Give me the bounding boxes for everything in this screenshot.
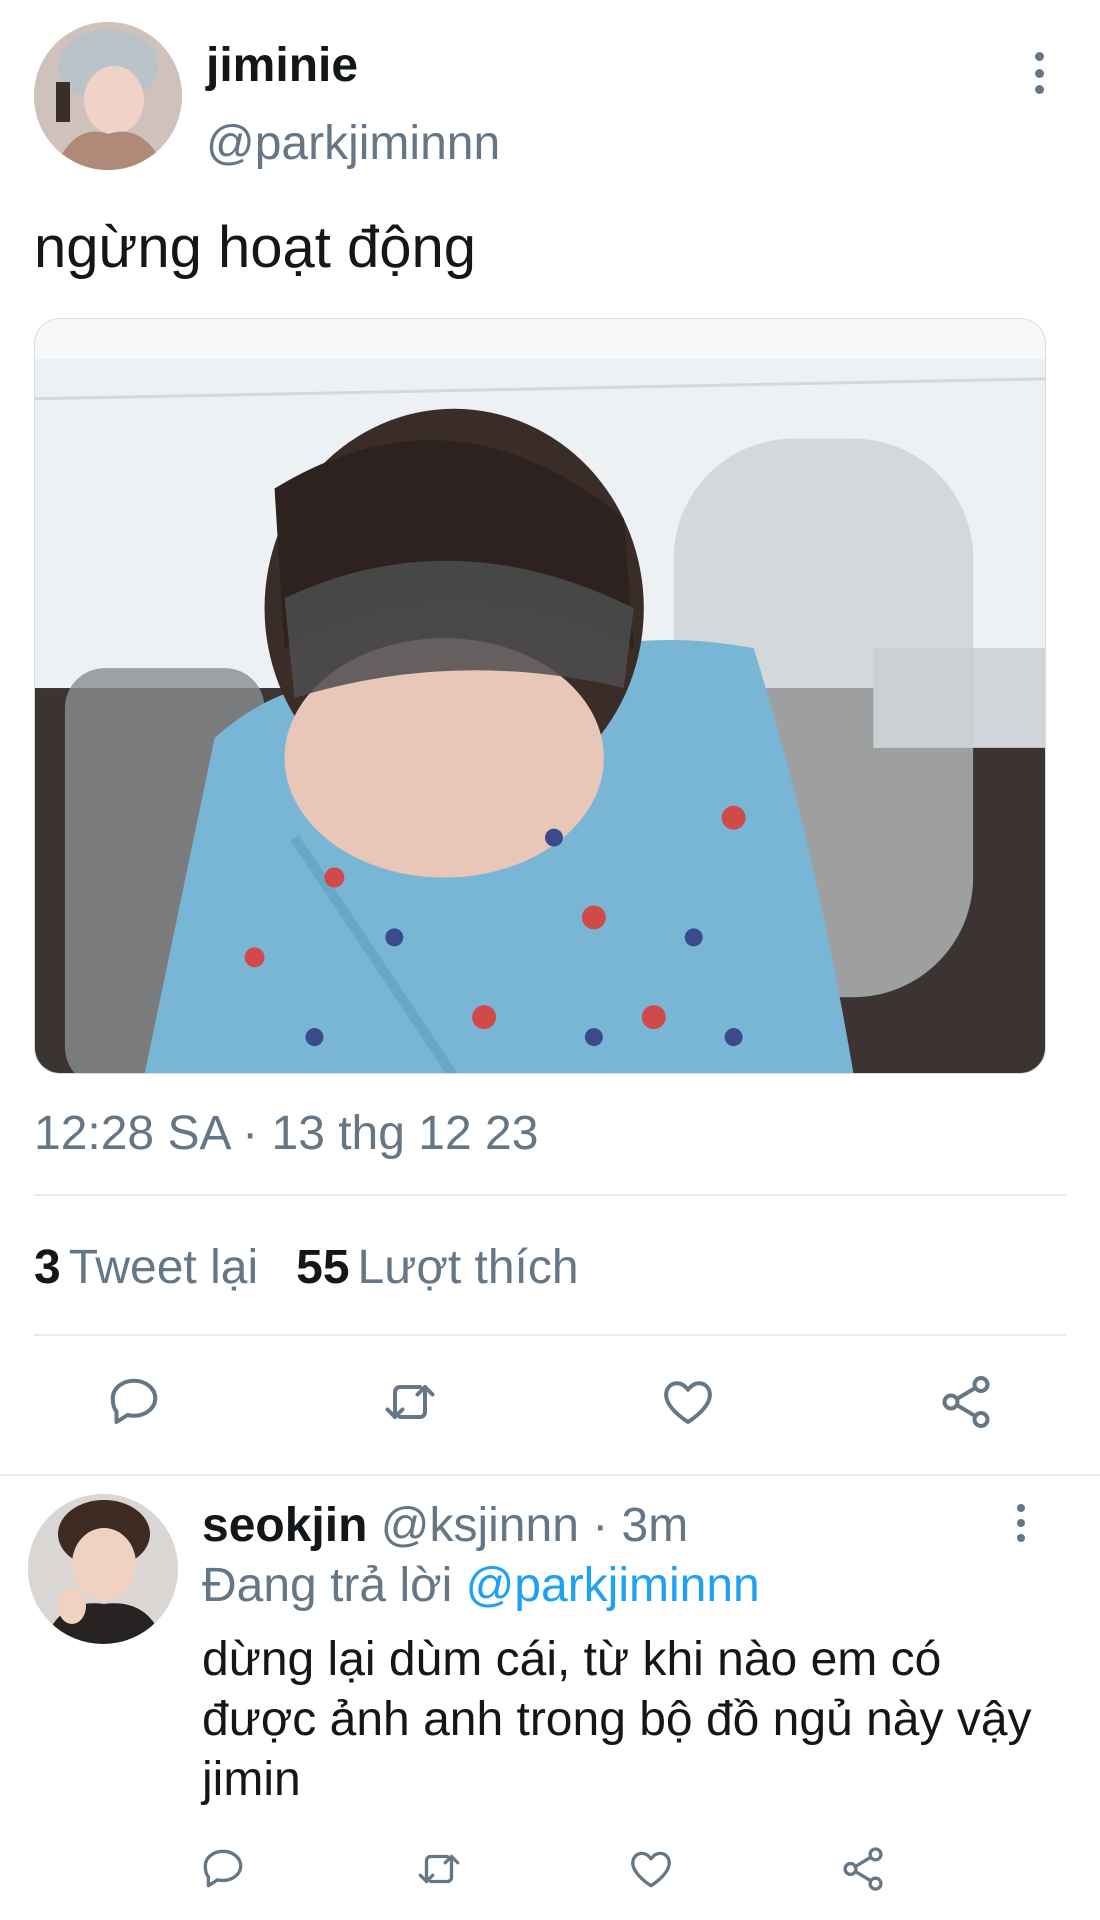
reply-text: dừng lại dùm cái, từ khi nào em có được … bbox=[202, 1633, 1032, 1806]
like-label: Lượt thích bbox=[357, 1241, 579, 1294]
divider bbox=[34, 1334, 1066, 1336]
share-icon[interactable] bbox=[838, 1844, 888, 1894]
replying-mention-link[interactable]: @parkjiminnn bbox=[466, 1559, 760, 1612]
author-display-name[interactable]: jiminie bbox=[206, 38, 358, 93]
tweet-text: ngừng hoạt động bbox=[34, 215, 476, 280]
engagement-stats: 3 Tweet lại 55 Lượt thích bbox=[34, 1240, 579, 1295]
avatar-image bbox=[28, 1494, 178, 1644]
reply-handle-time: @ksjinnn · 3m bbox=[367, 1499, 689, 1552]
photo-image bbox=[35, 319, 1045, 1073]
reply-author-avatar[interactable] bbox=[28, 1494, 178, 1644]
retweet-label: Tweet lại bbox=[68, 1241, 259, 1294]
reply-more-options-icon[interactable] bbox=[1006, 1502, 1036, 1544]
divider bbox=[34, 1194, 1066, 1196]
tweet-timestamp[interactable]: 12:28 SA · 13 thg 12 23 bbox=[34, 1106, 538, 1161]
reply-icon[interactable] bbox=[104, 1372, 164, 1432]
reply-icon[interactable] bbox=[198, 1844, 248, 1894]
retweet-icon[interactable] bbox=[414, 1844, 464, 1894]
reply-header: seokjin @ksjinnn · 3m bbox=[202, 1498, 688, 1553]
like-icon[interactable] bbox=[658, 1372, 718, 1432]
avatar-image bbox=[34, 22, 182, 170]
tweet-media-photo[interactable] bbox=[34, 318, 1046, 1074]
section-divider bbox=[0, 1474, 1100, 1476]
reply-display-name[interactable]: seokjin bbox=[202, 1499, 367, 1552]
replying-to: Đang trả lời @parkjiminnn bbox=[202, 1558, 760, 1613]
author-avatar[interactable] bbox=[34, 22, 182, 170]
more-options-icon[interactable] bbox=[1022, 48, 1056, 98]
share-icon[interactable] bbox=[936, 1372, 996, 1432]
like-count: 55 bbox=[296, 1241, 350, 1294]
retweet-icon[interactable] bbox=[380, 1372, 440, 1432]
replying-label: Đang trả lời bbox=[202, 1559, 466, 1612]
like-icon[interactable] bbox=[626, 1844, 676, 1894]
retweet-count: 3 bbox=[34, 1241, 61, 1294]
like-stat[interactable]: 55 Lượt thích bbox=[296, 1240, 578, 1295]
retweet-stat[interactable]: 3 Tweet lại bbox=[34, 1240, 258, 1295]
author-handle[interactable]: @parkjiminnn bbox=[206, 116, 500, 171]
